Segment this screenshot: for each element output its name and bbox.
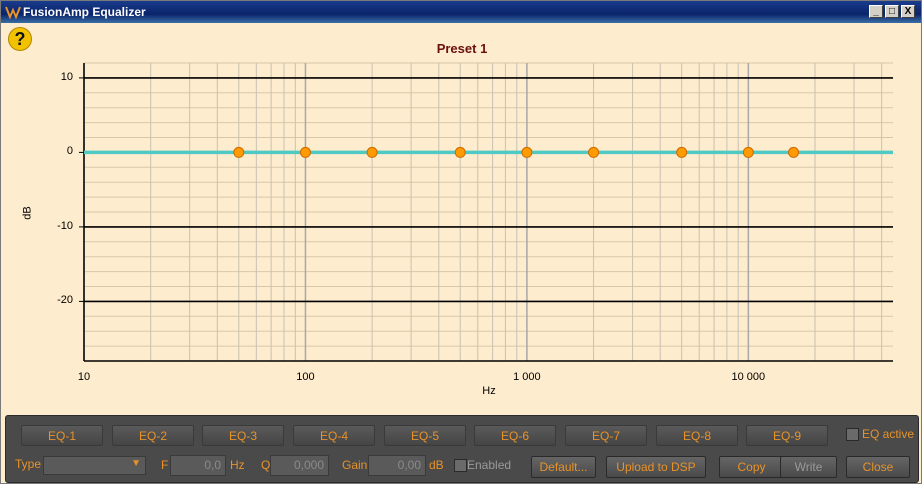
q-input[interactable]: 0,000 (270, 455, 329, 476)
x-tick-label: 10 (77, 371, 91, 383)
eq-band-point[interactable] (299, 146, 311, 158)
eq-band-point[interactable] (788, 146, 800, 158)
eq-band-button-9[interactable]: EQ-9 (746, 425, 828, 446)
frequency-label: F (161, 458, 169, 472)
y-tick-label: 0 (66, 145, 73, 158)
x-tick-label: 10 000 (731, 371, 766, 383)
x-tick-label: 1 000 (513, 371, 541, 383)
write-button[interactable]: Write (780, 456, 837, 478)
eq-band-button-1[interactable]: EQ-1 (21, 425, 103, 446)
eq-band-button-6[interactable]: EQ-6 (474, 425, 556, 446)
y-tick-label: -10 (57, 219, 73, 232)
eq-band-button-2[interactable]: EQ-2 (112, 425, 194, 446)
eq-band-point[interactable] (521, 146, 533, 158)
default-button[interactable]: Default... (531, 456, 596, 478)
x-axis-label: Hz (482, 385, 496, 397)
eq-band-button-5[interactable]: EQ-5 (384, 425, 466, 446)
control-panel: EQ-1 EQ-2 EQ-3 EQ-4 EQ-5 EQ-6 EQ-7 EQ-8 EQ-9 EQ … (5, 415, 919, 483)
enabled-checkbox[interactable] (454, 459, 467, 472)
frequency-input[interactable]: 0,0 (170, 455, 226, 476)
eq-band-point[interactable] (742, 146, 754, 158)
x-tick-label: 100 (296, 371, 315, 383)
eq-band-point[interactable] (233, 146, 245, 158)
hz-unit-label: Hz (230, 458, 245, 472)
close-button[interactable]: Close (846, 456, 910, 478)
eq-band-point[interactable] (588, 146, 600, 158)
eq-band-button-8[interactable]: EQ-8 (656, 425, 738, 446)
type-label: Type (15, 457, 42, 471)
q-label: Q (261, 458, 271, 472)
enabled-label: Enabled (467, 458, 512, 472)
y-tick-label: 10 (60, 70, 73, 83)
eq-band-button-4[interactable]: EQ-4 (293, 425, 375, 446)
eq-band-point[interactable] (454, 146, 466, 158)
y-axis-label: dB (21, 206, 34, 220)
eq-band-point[interactable] (676, 146, 688, 158)
type-select[interactable]: ▼ (43, 456, 146, 475)
eq-band-button-3[interactable]: EQ-3 (202, 425, 284, 446)
eq-active-label: EQ active (862, 427, 915, 441)
chevron-down-icon: ▼ (131, 458, 141, 469)
copy-button[interactable]: Copy (719, 456, 784, 478)
y-tick-label: -20 (57, 294, 73, 307)
eq-response-chart[interactable] (1, 1, 921, 411)
gain-input[interactable]: 0,00 (368, 455, 426, 476)
upload-to-dsp-button[interactable]: Upload to DSP (606, 456, 706, 478)
db-unit-label: dB (429, 458, 444, 472)
eq-band-button-7[interactable]: EQ-7 (565, 425, 647, 446)
gain-label: Gain (342, 458, 368, 472)
eq-band-point[interactable] (366, 146, 378, 158)
eq-active-checkbox[interactable] (846, 428, 859, 441)
equalizer-window: FusionAmp Equalizer _ □ X ? Preset 1 dB … (0, 0, 922, 484)
